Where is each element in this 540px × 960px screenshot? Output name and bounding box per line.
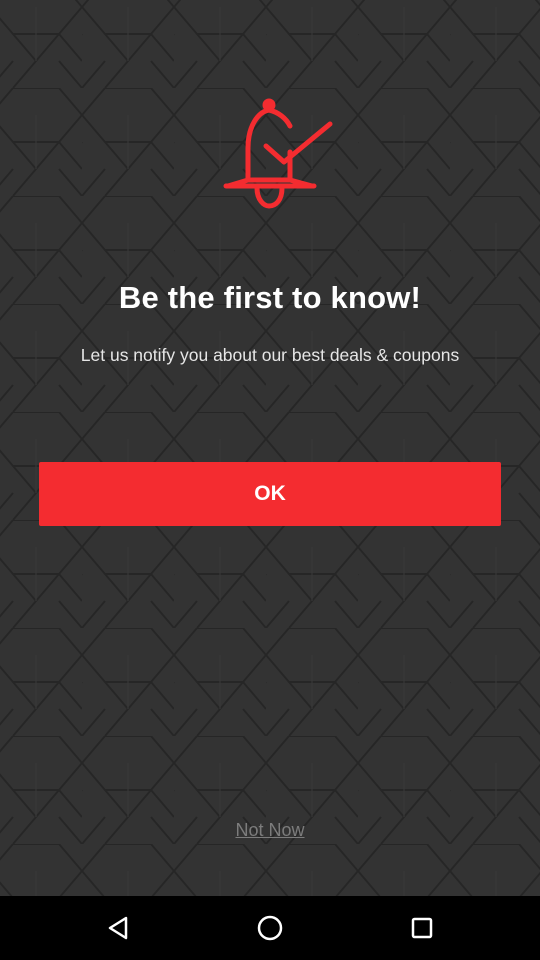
- ok-button[interactable]: OK: [39, 462, 501, 526]
- dialog-subtitle: Let us notify you about our best deals &…: [80, 345, 460, 365]
- system-navigation-bar: [0, 896, 540, 960]
- content-area: Be the first to know! Let us notify you …: [0, 0, 540, 896]
- back-triangle-icon[interactable]: [98, 908, 138, 948]
- not-now-container: Not Now: [0, 820, 540, 841]
- dialog-title: Be the first to know!: [118, 280, 422, 315]
- bell-check-icon: [220, 96, 336, 212]
- notification-permission-screen: Be the first to know! Let us notify you …: [0, 0, 540, 960]
- not-now-link[interactable]: Not Now: [235, 820, 304, 840]
- recents-square-icon[interactable]: [402, 908, 442, 948]
- home-circle-icon[interactable]: [250, 908, 290, 948]
